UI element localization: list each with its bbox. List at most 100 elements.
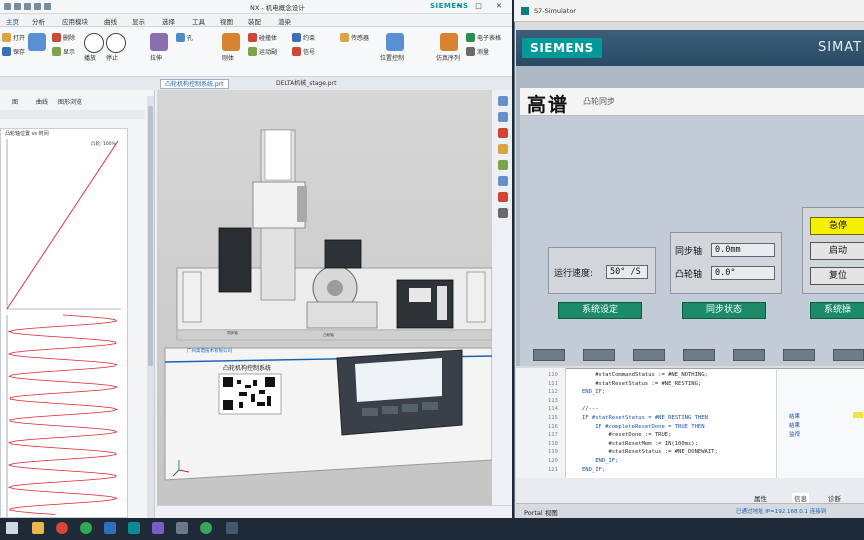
label-cam-axis: 凸轮轴 — [323, 332, 334, 337]
sync-status-panel: 同步轴 0.0mm 凸轮轴 0.0° — [670, 232, 782, 294]
simulator-taskbar-icon[interactable] — [226, 522, 238, 534]
side-item-3[interactable]: 监视 — [789, 430, 800, 438]
wechat-icon[interactable] — [200, 522, 212, 534]
code-line[interactable]: #statCommandStatus := #NE_NOTHING; — [582, 372, 708, 378]
code-line[interactable]: #statResetStatus := #NE_DONEWAIT; — [582, 449, 717, 455]
code-line[interactable]: #statResetStatus := #NE_RESTING; — [582, 381, 701, 387]
rigid-body-icon[interactable] — [222, 33, 240, 51]
menu-tab-assembly[interactable]: 装配 — [248, 16, 261, 26]
fkey-7[interactable] — [833, 349, 864, 361]
doc-tab-active[interactable]: 凸轮机构控制系统.prt — [160, 79, 229, 89]
chat-icon[interactable] — [80, 522, 92, 534]
menu-tab-tools[interactable]: 工具 — [192, 16, 205, 26]
nav-sync-status[interactable]: 同步状态 — [682, 302, 766, 319]
tool-icon-7[interactable] — [498, 192, 508, 202]
left-tab-curve[interactable]: 曲线 — [36, 97, 48, 106]
tool-icon-5[interactable] — [498, 160, 508, 170]
ribbon-display[interactable]: 显示 — [52, 47, 75, 61]
nav-system-ops[interactable]: 系统操 — [810, 302, 864, 319]
ribbon-measure[interactable]: 测量 — [466, 47, 489, 61]
code-line[interactable]: #resetDone := TRUE; — [582, 432, 671, 438]
cut-icon[interactable] — [34, 3, 41, 10]
tool-icon-3[interactable] — [498, 128, 508, 138]
start-icon[interactable] — [6, 522, 18, 534]
scroll-thumb[interactable] — [148, 106, 153, 366]
ribbon-collision[interactable]: 碰撞体 — [248, 33, 277, 47]
code-line[interactable]: IF #completeResetDone = TRUE THEN — [582, 424, 704, 430]
app-taskbar-icon-2[interactable] — [176, 522, 188, 534]
tab-diagnostics[interactable]: 诊断 — [828, 493, 841, 503]
code-line[interactable]: END_IF; — [582, 389, 605, 395]
left-tab-graph[interactable]: 图 — [12, 97, 18, 106]
chart-area: 凸轮轴位置 vs 时间 凸轮: 100% — [0, 128, 128, 518]
pencil-icon[interactable] — [28, 33, 46, 51]
save-icon[interactable] — [4, 3, 11, 10]
estop-button[interactable]: 急停 — [810, 217, 864, 235]
extrude-icon[interactable] — [150, 33, 168, 51]
menu-tab-apps[interactable]: 应用模块 — [62, 16, 88, 26]
doc-tab-delta[interactable]: DELTA机械_stage.prt — [272, 79, 341, 89]
tool-icon-1[interactable] — [498, 96, 508, 106]
ribbon-signal[interactable]: 信号 — [292, 47, 315, 61]
left-panel-scrollbar[interactable] — [147, 96, 154, 518]
code-line-number: 110 — [548, 372, 558, 378]
hole-icon — [176, 33, 185, 42]
play-icon[interactable] — [84, 33, 104, 53]
nx-taskbar-icon[interactable] — [104, 522, 116, 534]
hmi-key-4 — [422, 402, 438, 410]
3d-viewport[interactable]: 广州高谱技术有限公司 凸轮机构控制系统 同步轴 凸轮轴 — [157, 90, 493, 505]
start-button[interactable]: 启动 — [810, 242, 864, 260]
fkey-3[interactable] — [633, 349, 665, 361]
explorer-icon[interactable] — [32, 522, 44, 534]
tab-properties[interactable]: 属性 — [754, 493, 767, 503]
menu-tab-curve[interactable]: 曲线 — [104, 16, 117, 26]
nx-document-tab-bar — [0, 77, 512, 90]
ribbon-delete[interactable]: 删除 — [52, 33, 75, 47]
ribbon-constraint[interactable]: 约束 — [292, 33, 315, 47]
ribbon-hole[interactable]: 孔 — [176, 33, 193, 47]
menu-tab-select[interactable]: 选择 — [162, 16, 175, 26]
redo-icon[interactable] — [24, 3, 31, 10]
ribbon-joint[interactable]: 运动副 — [248, 47, 277, 61]
code-line[interactable]: IF #statResetStatus = #NE_RESTING THEN — [582, 415, 708, 421]
fkey-4[interactable] — [683, 349, 715, 361]
left-tab-browser[interactable]: 图形浏览 — [58, 97, 82, 106]
code-line[interactable]: END_IF; — [582, 458, 618, 464]
ribbon-spreadsheet[interactable]: 电子表格 — [466, 33, 501, 47]
speed-input[interactable]: 50° /S — [606, 265, 648, 279]
ribbon-save[interactable]: 保存 — [2, 47, 25, 61]
undo-icon[interactable] — [14, 3, 21, 10]
reset-button[interactable]: 复位 — [810, 267, 864, 285]
app-taskbar-icon-1[interactable] — [152, 522, 164, 534]
position-control-icon[interactable] — [386, 33, 404, 51]
nx-window-controls[interactable]: ─ □ ✕ — [457, 2, 508, 10]
portal-view-link[interactable]: Portal 视图 — [524, 507, 558, 517]
browser-icon[interactable] — [56, 522, 68, 534]
ribbon-open[interactable]: 打开 — [2, 33, 25, 47]
menu-tab-analysis[interactable]: 分析 — [32, 16, 45, 26]
tool-icon-2[interactable] — [498, 112, 508, 122]
ribbon-sensor[interactable]: 传感器 — [340, 33, 369, 47]
menu-tab-display[interactable]: 显示 — [132, 16, 145, 26]
fkey-5[interactable] — [733, 349, 765, 361]
tia-taskbar-icon[interactable] — [128, 522, 140, 534]
menu-tab-render[interactable]: 渲染 — [278, 16, 291, 26]
nav-system-settings[interactable]: 系统设定 — [558, 302, 642, 319]
side-item-1[interactable]: 结果 — [789, 412, 800, 420]
code-line[interactable]: #statResetMem := IN(100ms); — [582, 441, 697, 447]
stop-icon[interactable] — [106, 33, 126, 53]
tool-icon-6[interactable] — [498, 176, 508, 186]
side-item-2[interactable]: 结果 — [789, 421, 800, 429]
tool-icon-4[interactable] — [498, 144, 508, 154]
menu-tab-view[interactable]: 视图 — [220, 16, 233, 26]
tool-icon-8[interactable] — [498, 208, 508, 218]
fkey-2[interactable] — [583, 349, 615, 361]
fkey-1[interactable] — [533, 349, 565, 361]
fkey-6[interactable] — [783, 349, 815, 361]
code-line[interactable]: END_IF; — [582, 467, 605, 473]
code-line[interactable]: //--- — [582, 406, 599, 412]
tab-info[interactable]: 信息 — [792, 493, 809, 503]
app-icon — [521, 7, 529, 15]
simulation-sequence-icon[interactable] — [440, 33, 458, 51]
copy-icon[interactable] — [44, 3, 51, 10]
